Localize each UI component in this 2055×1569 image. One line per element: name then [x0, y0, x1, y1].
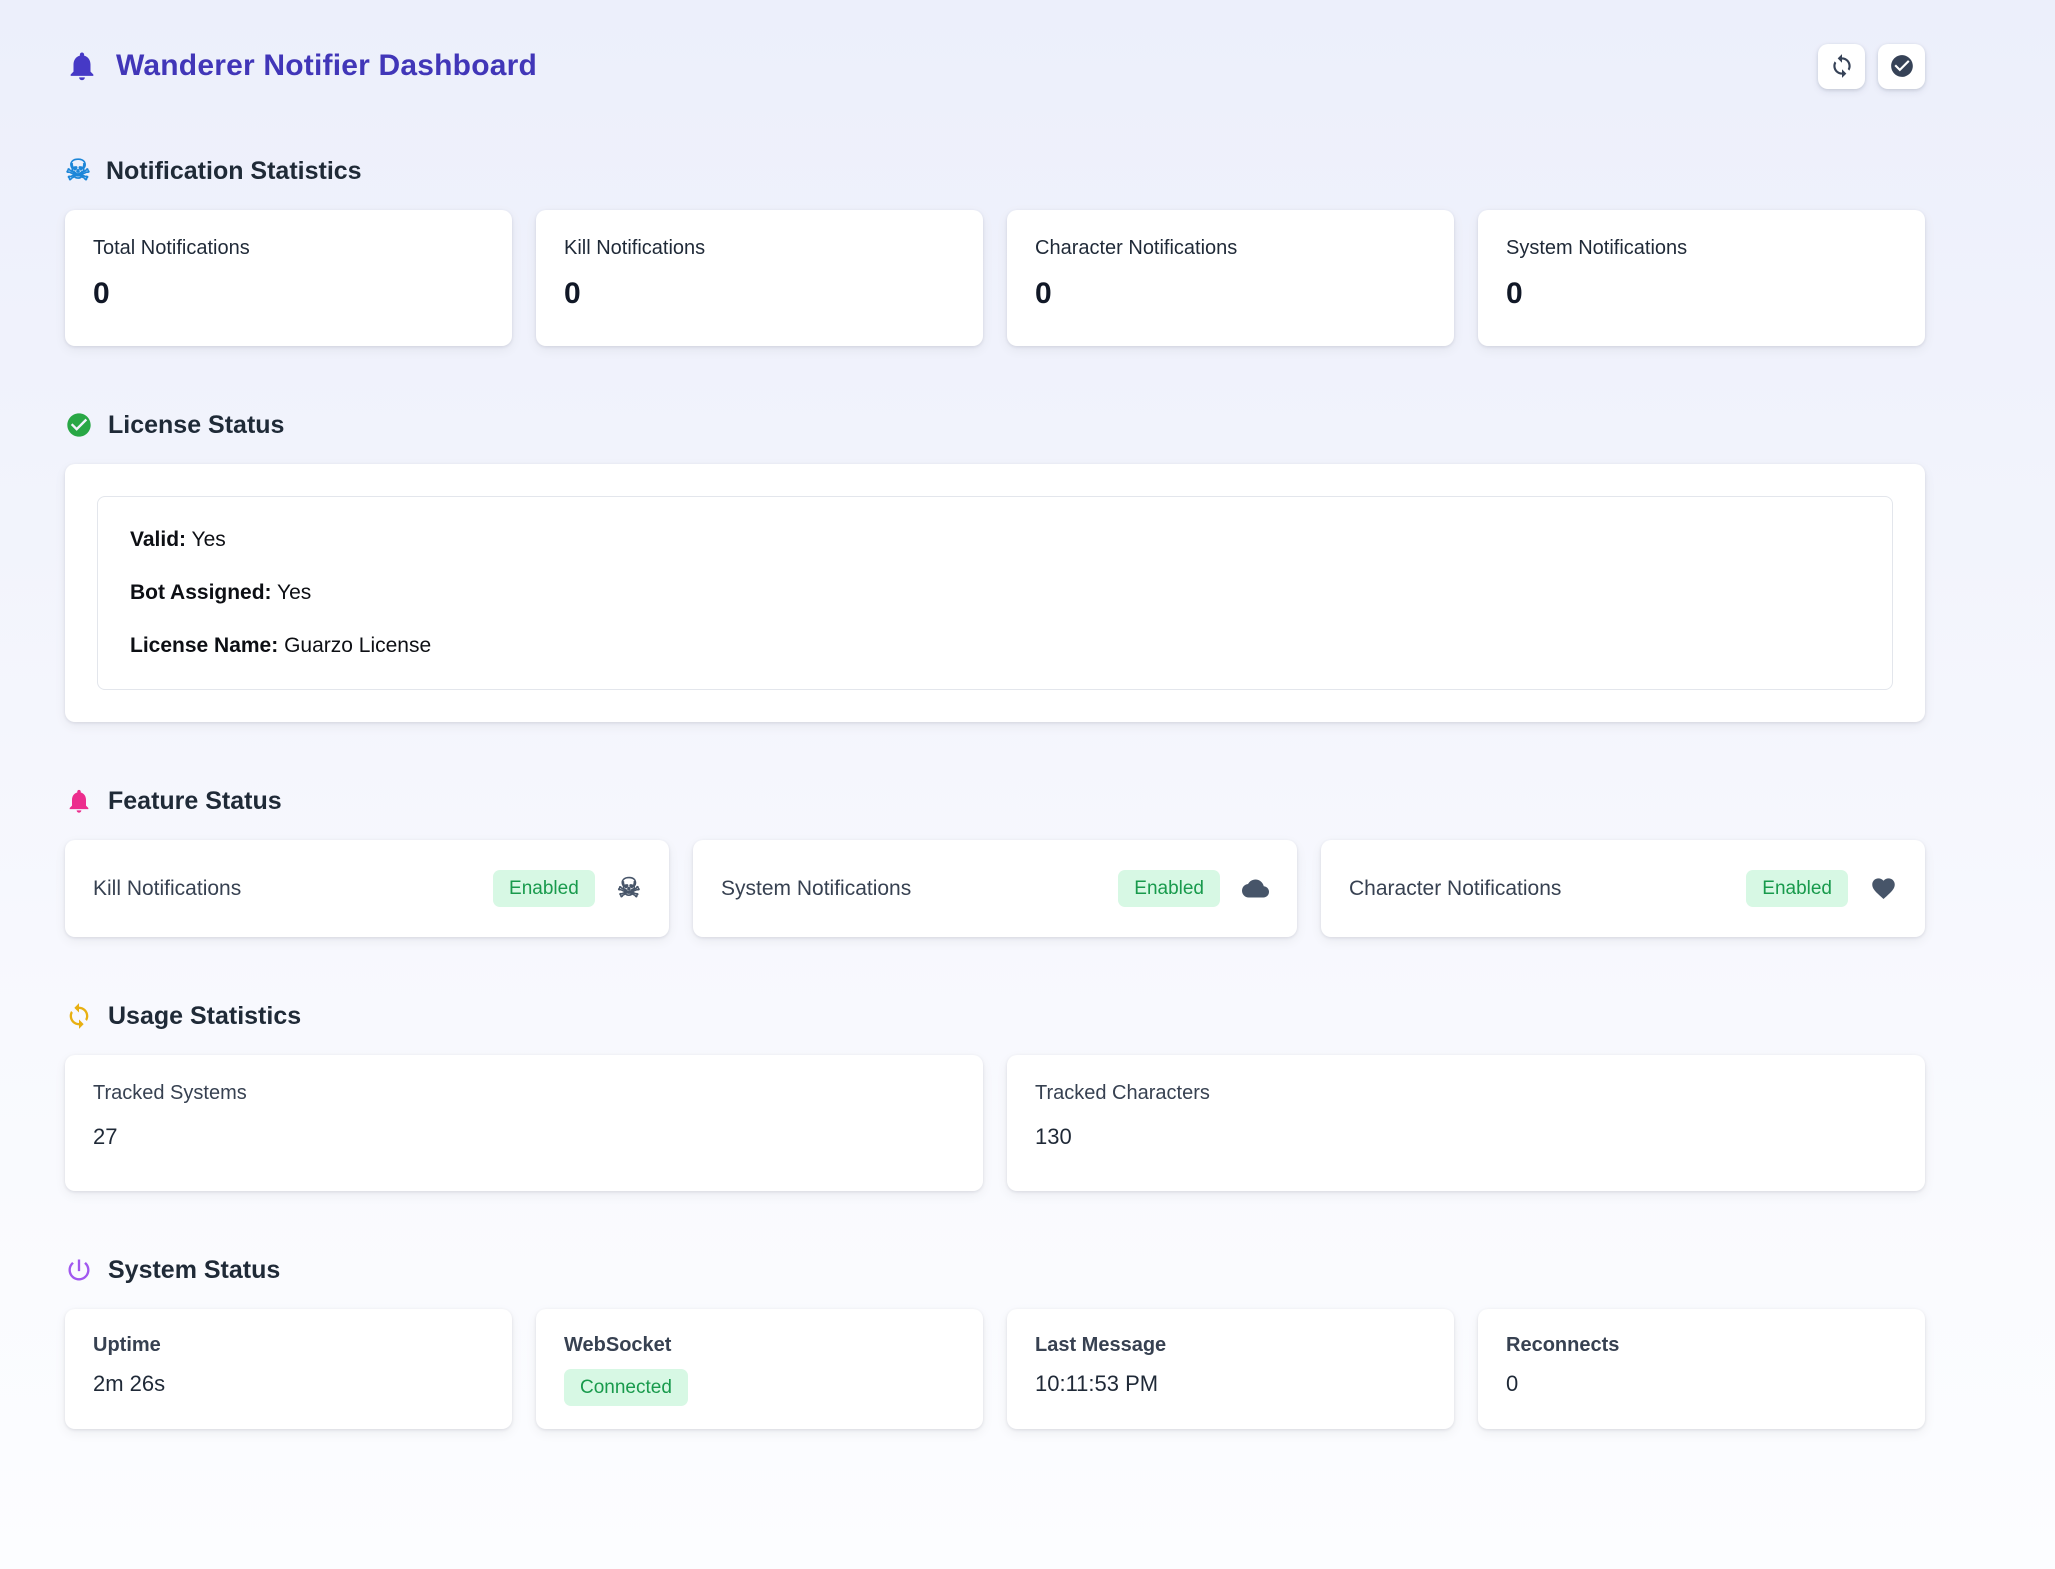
section-license-status: License Status Valid: Yes Bot Assigned: …	[65, 408, 1925, 722]
license-name-row: License Name: Guarzo License	[130, 633, 1860, 659]
check-circle-icon	[1889, 53, 1915, 79]
usage-card-tracked-characters: Tracked Characters 130	[1007, 1055, 1925, 1191]
section-usage-statistics: Usage Statistics Tracked Systems 27 Trac…	[65, 999, 1925, 1191]
system-label: Reconnects	[1506, 1334, 1897, 1357]
stat-card-system-notifications: System Notifications 0	[1478, 210, 1925, 346]
system-card-uptime: Uptime 2m 26s	[65, 1309, 512, 1429]
power-icon	[65, 1256, 93, 1284]
usage-label: Tracked Characters	[1035, 1082, 1897, 1105]
system-label: Uptime	[93, 1334, 484, 1357]
stat-value: 0	[1506, 277, 1897, 311]
stat-label: System Notifications	[1506, 237, 1897, 260]
toolbar	[1818, 44, 1925, 89]
license-bot-assigned-row: Bot Assigned: Yes	[130, 580, 1860, 606]
stat-label: Total Notifications	[93, 237, 484, 260]
section-title-license-status: License Status	[108, 408, 284, 442]
refresh-button[interactable]	[1818, 44, 1865, 89]
license-card: Valid: Yes Bot Assigned: Yes License Nam…	[65, 464, 1925, 722]
usage-card-tracked-systems: Tracked Systems 27	[65, 1055, 983, 1191]
usage-value: 27	[93, 1124, 955, 1150]
license-details: Valid: Yes Bot Assigned: Yes License Nam…	[97, 496, 1893, 690]
usage-value: 130	[1035, 1124, 1897, 1150]
refresh-icon	[65, 1002, 93, 1030]
license-field-label: Valid:	[130, 528, 186, 551]
confirm-button[interactable]	[1878, 44, 1925, 89]
section-title-feature-status: Feature Status	[108, 784, 282, 818]
status-badge: Enabled	[1118, 870, 1220, 907]
cloud-icon	[1242, 875, 1269, 902]
section-title-system-status: System Status	[108, 1253, 280, 1287]
system-value: 2m 26s	[93, 1371, 484, 1397]
skull-crossbones-icon: ☠	[617, 875, 641, 902]
stat-value: 0	[564, 277, 955, 311]
section-notification-statistics: ☠ Notification Statistics Total Notifica…	[65, 154, 1925, 346]
feature-label: System Notifications	[721, 877, 911, 901]
section-title-notification-statistics: Notification Statistics	[106, 154, 362, 188]
stat-card-character-notifications: Character Notifications 0	[1007, 210, 1454, 346]
refresh-icon	[1829, 53, 1855, 79]
connection-status-badge: Connected	[564, 1369, 688, 1406]
header: Wanderer Notifier Dashboard	[65, 40, 1925, 92]
stat-label: Character Notifications	[1035, 237, 1426, 260]
license-field-value: Guarzo License	[284, 634, 431, 657]
license-field-value: Yes	[192, 528, 226, 551]
license-field-value: Yes	[277, 581, 311, 604]
heart-icon	[1870, 875, 1897, 902]
system-card-last-message: Last Message 10:11:53 PM	[1007, 1309, 1454, 1429]
system-label: WebSocket	[564, 1334, 955, 1357]
feature-label: Kill Notifications	[93, 877, 241, 901]
feature-card-system-notifications: System Notifications Enabled	[693, 840, 1297, 937]
page-title: Wanderer Notifier Dashboard	[116, 49, 537, 83]
stat-card-kill-notifications: Kill Notifications 0	[536, 210, 983, 346]
system-value: 0	[1506, 1371, 1897, 1397]
system-card-reconnects: Reconnects 0	[1478, 1309, 1925, 1429]
usage-label: Tracked Systems	[93, 1082, 955, 1105]
feature-card-character-notifications: Character Notifications Enabled	[1321, 840, 1925, 937]
status-badge: Enabled	[1746, 870, 1848, 907]
license-field-label: License Name:	[130, 634, 278, 657]
stat-label: Kill Notifications	[564, 237, 955, 260]
bell-icon	[65, 787, 93, 815]
check-circle-icon	[65, 411, 93, 439]
license-field-label: Bot Assigned:	[130, 581, 272, 604]
stat-value: 0	[93, 277, 484, 311]
system-card-websocket: WebSocket Connected	[536, 1309, 983, 1429]
license-valid-row: Valid: Yes	[130, 527, 1860, 553]
dashboard-page: Wanderer Notifier Dashboard ☠ Notificati…	[65, 0, 1925, 1429]
section-feature-status: Feature Status Kill Notifications Enable…	[65, 784, 1925, 937]
feature-label: Character Notifications	[1349, 877, 1561, 901]
status-badge: Enabled	[493, 870, 595, 907]
system-label: Last Message	[1035, 1334, 1426, 1357]
stat-card-total-notifications: Total Notifications 0	[65, 210, 512, 346]
stat-value: 0	[1035, 277, 1426, 311]
bell-icon	[65, 49, 99, 83]
section-system-status: System Status Uptime 2m 26s WebSocket Co…	[65, 1253, 1925, 1429]
feature-card-kill-notifications: Kill Notifications Enabled ☠	[65, 840, 669, 937]
section-title-usage-statistics: Usage Statistics	[108, 999, 301, 1033]
system-value: 10:11:53 PM	[1035, 1371, 1426, 1397]
skull-crossbones-icon: ☠	[65, 157, 91, 186]
